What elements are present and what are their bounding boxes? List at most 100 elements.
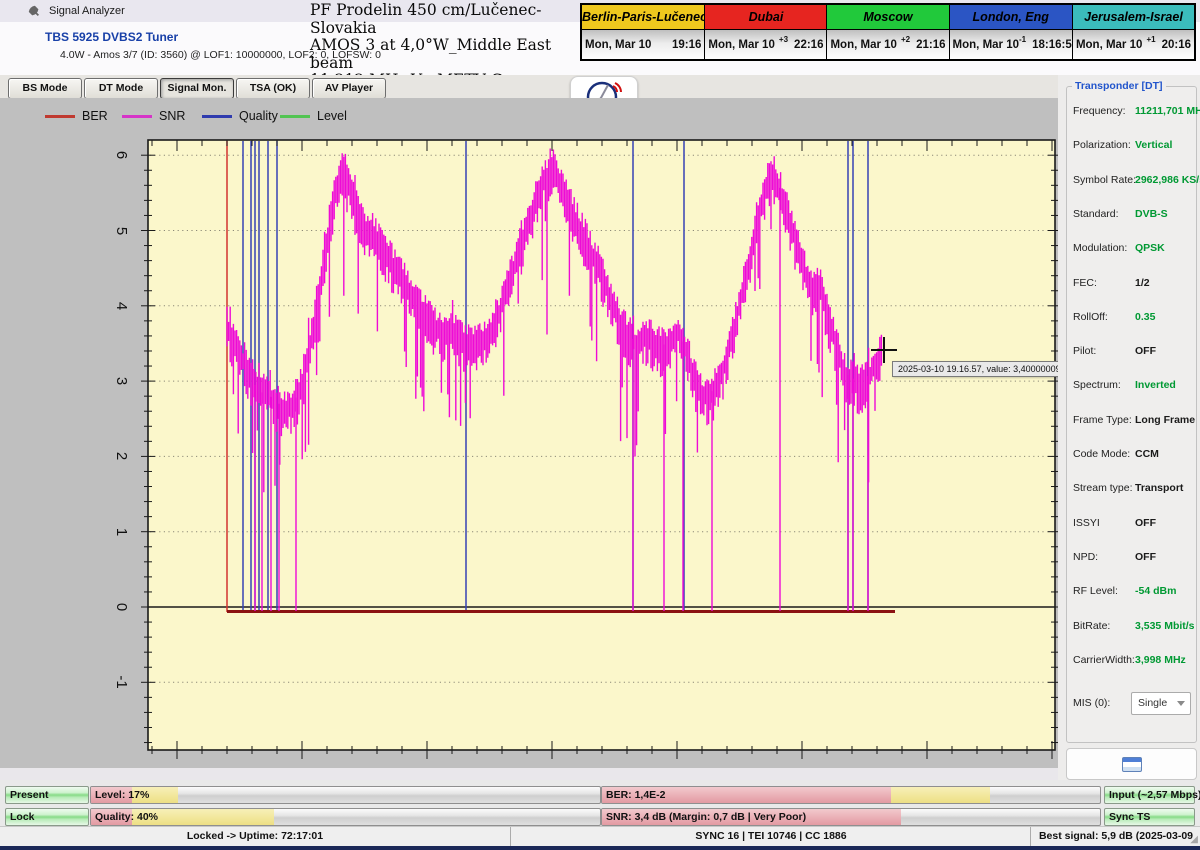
header: TBS 5925 DVBS2 Tuner 4.0W - Amos 3/7 (ID… — [0, 22, 1200, 75]
clock-city: Moscow — [827, 5, 948, 30]
legend-item-snr: SNR — [122, 108, 185, 124]
mis-dropdown[interactable]: Single — [1131, 692, 1191, 715]
site-info-line-1: PF Prodelin 450 cm/Lučenec-Slovakia — [310, 2, 580, 37]
legend-item-ber: BER — [45, 108, 108, 124]
clock-time: Mon, Mar 10+322:16 — [705, 30, 826, 59]
clock-time: Mon, Mar 10-118:16:57 — [950, 30, 1072, 59]
transponder-row-polarization: Polarization:Vertical — [1073, 139, 1192, 153]
level-label: Level: 17% — [91, 787, 600, 803]
toolbar-button-bs-mode[interactable]: BS Mode — [8, 78, 82, 99]
input-indicator: Input (~2,57 Mbps) — [1104, 786, 1195, 804]
sync-ts-indicator: Sync TS — [1104, 808, 1195, 826]
transponder-row-fec: FEC:1/2 — [1073, 277, 1192, 291]
lock-label: Lock — [6, 809, 88, 825]
legend-line-icon — [202, 115, 232, 118]
clock-dubai: DubaiMon, Mar 10+322:16 — [705, 5, 827, 59]
transponder-row-stream-type: Stream type:Transport — [1073, 482, 1192, 496]
toolbar-button-tsa-ok[interactable]: TSA (OK) — [236, 78, 310, 99]
signal-analyzer-window: Signal Analyzer TBS 5925 DVBS2 Tuner 4.0… — [0, 0, 1200, 850]
clock-berlin-paris-lu-enec: Berlin-Paris-LučenecMon, Mar 1019:16 — [582, 5, 705, 59]
transponder-panel: Transponder [DT] Frequency:11211,701 MHz… — [1058, 75, 1200, 780]
legend-label: SNR — [159, 109, 185, 123]
legend-line-icon — [122, 115, 152, 118]
input-label: Input (~2,57 Mbps) — [1105, 787, 1194, 803]
transponder-row-rolloff: RollOff:0.35 — [1073, 311, 1192, 325]
chart-tooltip: 2025-03-10 19.16.57, value: 3,4000000953… — [892, 361, 1058, 377]
transponder-row-spectrum: Spectrum:Inverted — [1073, 379, 1192, 393]
clock-jerusalem-israel: Jerusalem-IsraelMon, Mar 10+120:16 — [1073, 5, 1194, 59]
transponder-row-standard: Standard:DVB-S — [1073, 208, 1192, 222]
chart-panel: BER SNR QualityLevel 6 5 4 3 2 1 0 -1 2025-03-10 … — [0, 98, 1058, 768]
sync-ts-label: Sync TS — [1105, 809, 1194, 825]
legend-label: BER — [82, 109, 108, 123]
transponder-row-issyi: ISSYIOFF — [1073, 517, 1192, 531]
transponder-row-frequency: Frequency:11211,701 MHz — [1073, 105, 1192, 119]
present-indicator: Present — [5, 786, 89, 804]
clock-london-eng: London, EngMon, Mar 10-118:16:57 — [950, 5, 1073, 59]
taskbar-edge — [0, 846, 1200, 850]
legend-line-icon — [280, 115, 310, 118]
transponder-row-frame-type: Frame Type:Long Frame — [1073, 414, 1192, 428]
world-clocks: Berlin-Paris-LučenecMon, Mar 1019:16Duba… — [580, 3, 1196, 61]
transponder-row-symbol-rate: Symbol Rate:2962,986 KS/s — [1073, 174, 1192, 188]
mis-value: Single — [1138, 697, 1167, 709]
present-label: Present — [6, 787, 88, 803]
y-axis-label-5: 5 — [110, 219, 130, 243]
clock-city: Berlin-Paris-Lučenec — [582, 5, 704, 30]
snr-bar: SNR: 3,4 dB (Margin: 0,7 dB | Very Poor) — [601, 808, 1101, 826]
indicator-bars: Present Level: 17% BER: 1,4E-2 Input (~2… — [0, 780, 1200, 826]
y-axis-label-0: 0 — [110, 595, 130, 619]
window-title: Signal Analyzer — [49, 5, 125, 17]
clock-city: Dubai — [705, 5, 826, 30]
toolbar-button-dt-mode[interactable]: DT Mode — [84, 78, 158, 99]
transponder-row-npd: NPD:OFF — [1073, 551, 1192, 565]
y-axis-label-2: 2 — [110, 444, 130, 468]
clock-time: Mon, Mar 10+120:16 — [1073, 30, 1194, 59]
site-info-line-2: AMOS 3 at 4,0°W_Middle East beam — [310, 37, 580, 72]
tuner-name: TBS 5925 DVBS2 Tuner — [45, 30, 178, 44]
clock-city: Jerusalem-Israel — [1073, 5, 1194, 30]
ber-bar: BER: 1,4E-2 — [601, 786, 1101, 804]
status-uptime: Locked -> Uptime: 72:17:01 — [0, 827, 510, 847]
clock-moscow: MoscowMon, Mar 10+221:16 — [827, 5, 949, 59]
toolbar: BS ModeDT ModeSignal Mon.TSA (OK)AV Play… — [0, 75, 1058, 98]
quality-bar: Quality: 40% — [90, 808, 601, 826]
status-sync: SYNC 16 | TEI 10746 | CC 1886 — [510, 827, 1031, 847]
transponder-row-rf-level: RF Level:-54 dBm — [1073, 585, 1192, 599]
legend-line-icon — [45, 115, 75, 118]
y-axis-label-3: 3 — [110, 369, 130, 393]
quality-label: Quality: 40% — [91, 809, 600, 825]
clock-city: London, Eng — [950, 5, 1072, 30]
status-bar: Locked -> Uptime: 72:17:01 SYNC 16 | TEI… — [0, 826, 1200, 847]
mis-row: MIS (0): Single — [1073, 692, 1191, 716]
level-bar: Level: 17% — [90, 786, 601, 804]
window-icon — [1122, 757, 1142, 772]
y-axis-label--1: -1 — [110, 670, 130, 694]
transponder-row-code-mode: Code Mode:CCM — [1073, 448, 1192, 462]
y-axis-label-1: 1 — [110, 520, 130, 544]
panel-button[interactable] — [1066, 748, 1197, 780]
status-best-signal: Best signal: 5,9 dB (2025-03-09 07:03) — [1030, 827, 1200, 847]
transponder-row-modulation: Modulation:QPSK — [1073, 242, 1192, 256]
ber-label: BER: 1,4E-2 — [602, 787, 1100, 803]
mis-label: MIS (0): — [1073, 697, 1110, 709]
chevron-down-icon — [1177, 701, 1185, 706]
app-icon — [27, 4, 41, 18]
transponder-row-pilot: Pilot:OFF — [1073, 345, 1192, 359]
transponder-groupbox: Transponder [DT] Frequency:11211,701 MHz… — [1066, 86, 1197, 743]
toolbar-button-signal-mon[interactable]: Signal Mon. — [160, 78, 234, 99]
legend-item-level: Level — [280, 108, 347, 124]
clock-time: Mon, Mar 10+221:16 — [827, 30, 948, 59]
snr-label: SNR: 3,4 dB (Margin: 0,7 dB | Very Poor) — [602, 809, 1100, 825]
y-axis-label-4: 4 — [110, 294, 130, 318]
transponder-row-carrierwidth: CarrierWidth:3,998 MHz — [1073, 654, 1192, 668]
signal-chart[interactable] — [126, 128, 1058, 764]
resize-grip[interactable]: ◢ — [1190, 834, 1198, 845]
legend-label: Quality — [239, 109, 278, 123]
toolbar-button-av-player[interactable]: AV Player — [312, 78, 386, 99]
transponder-title: Transponder [DT] — [1072, 80, 1166, 92]
legend-item-quality: Quality — [202, 108, 278, 124]
y-axis-label-6: 6 — [110, 143, 130, 167]
transponder-row-bitrate: BitRate:3,535 Mbit/s — [1073, 620, 1192, 634]
lock-indicator: Lock — [5, 808, 89, 826]
